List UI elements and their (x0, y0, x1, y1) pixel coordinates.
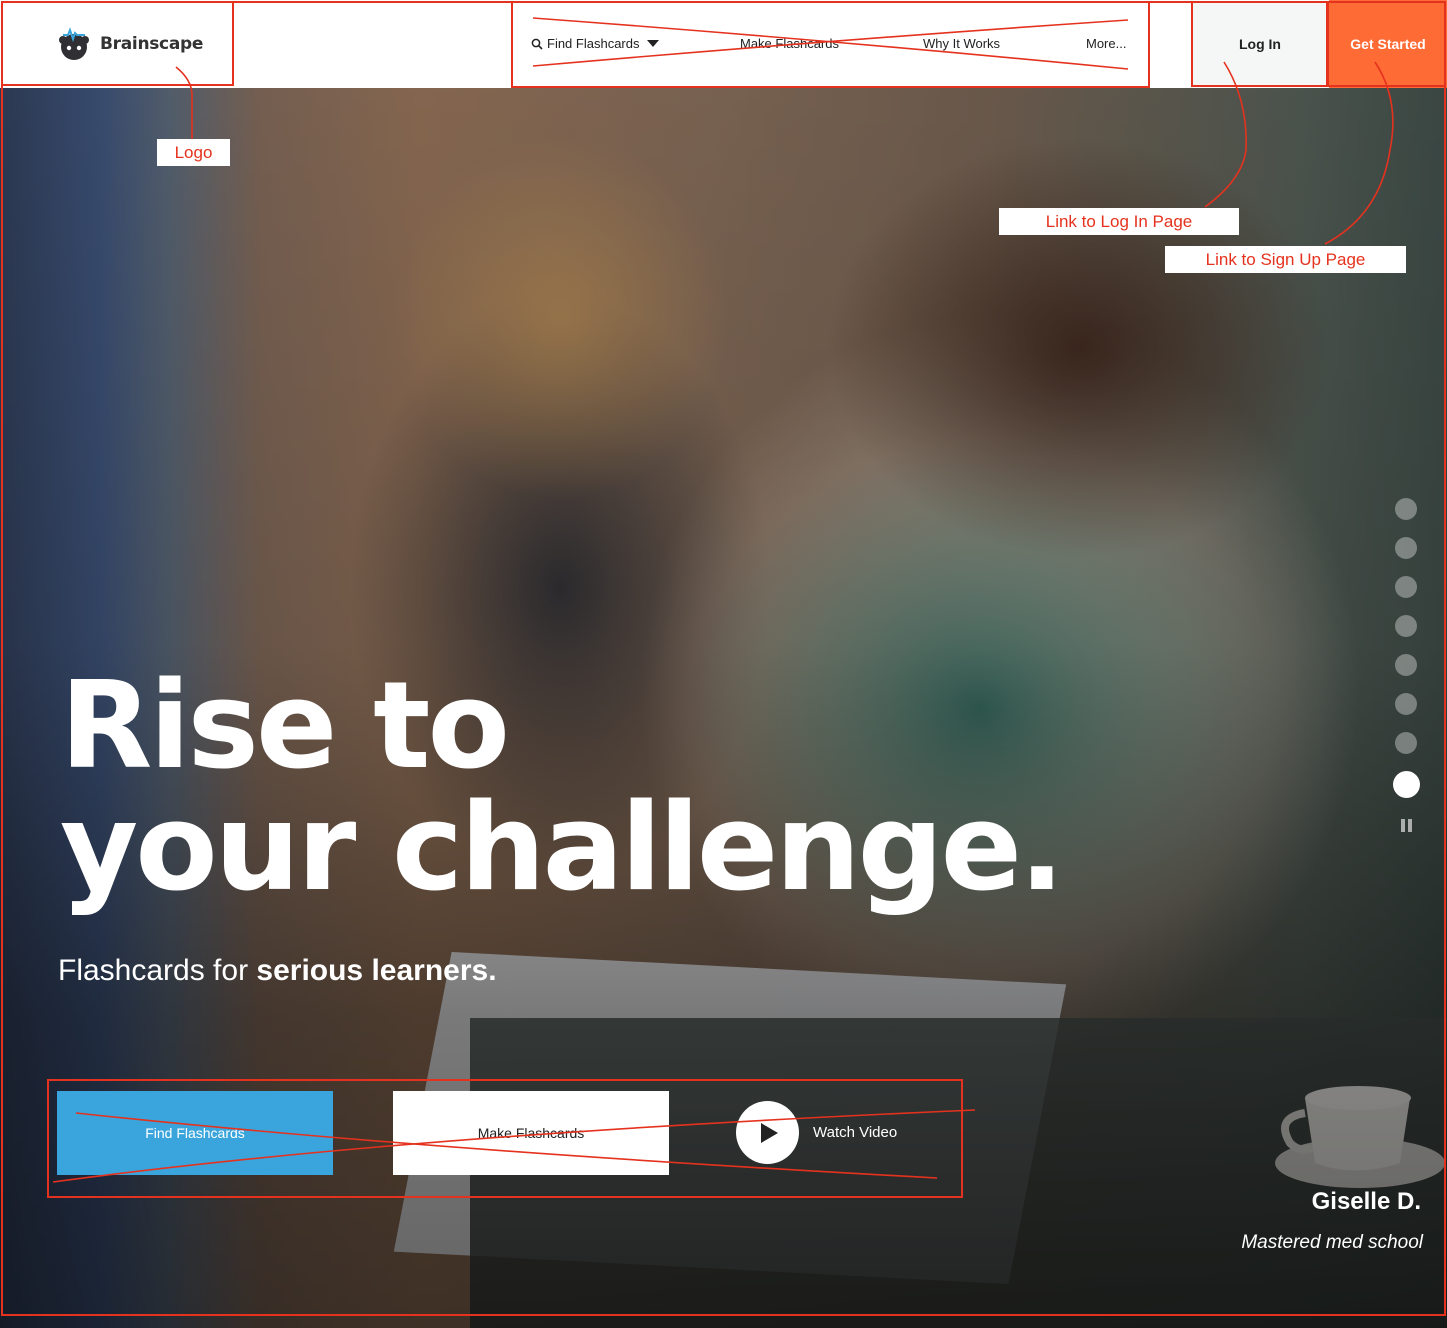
subline-bold: serious learners. (256, 954, 497, 987)
slide-pagination (1393, 498, 1420, 815)
pause-icon[interactable] (1401, 819, 1412, 832)
headline-line-1: Rise to (60, 657, 510, 796)
slide-dot[interactable] (1395, 615, 1417, 637)
nav-make-flashcards[interactable]: Make Flashcards (740, 36, 839, 51)
annotation-login-label: Link to Log In Page (999, 208, 1239, 235)
logo-text: Brainscape (100, 34, 204, 54)
headline-line-2: your challenge. (60, 779, 1065, 918)
nav-find-label: Find Flashcards (547, 36, 640, 51)
slide-dot[interactable] (1395, 498, 1417, 520)
subline-plain: Flashcards for (58, 954, 257, 987)
watch-video-label: Watch Video (813, 1124, 898, 1141)
slide-dot[interactable] (1395, 693, 1417, 715)
hero-section: Rise to your challenge. Flashcards for s… (0, 88, 1447, 1328)
slide-dot[interactable] (1395, 537, 1417, 559)
persona-name: Giselle D. (1311, 1188, 1421, 1215)
slide-dot[interactable] (1395, 732, 1417, 754)
get-started-button[interactable]: Get Started (1329, 0, 1447, 88)
log-in-button[interactable]: Log In (1193, 2, 1327, 86)
nav-why-it-works[interactable]: Why It Works (923, 36, 1000, 51)
hero-subline: Flashcards for serious learners. (58, 954, 497, 988)
persona-description: Mastered med school (1241, 1232, 1423, 1253)
dropdown-caret-icon (647, 40, 660, 47)
watch-video-button[interactable]: Watch Video (736, 1101, 897, 1164)
play-icon (736, 1101, 799, 1164)
slide-dot[interactable] (1393, 771, 1420, 798)
cta-make-flashcards-button[interactable]: Make Flashcards (393, 1091, 669, 1175)
hero-headline: Rise to your challenge. (60, 657, 1065, 918)
annotation-signup-label: Link to Sign Up Page (1165, 246, 1406, 273)
site-header: Brainscape Find Flashcards Make Flashcar… (0, 0, 1447, 88)
cta-find-flashcards-button[interactable]: Find Flashcards (57, 1091, 333, 1175)
annotation-logo-label: Logo (157, 139, 230, 166)
brainscape-logo[interactable]: Brainscape (56, 24, 203, 64)
slide-dot[interactable] (1395, 576, 1417, 598)
search-icon (531, 38, 543, 50)
slide-dot[interactable] (1395, 654, 1417, 676)
main-nav: Find Flashcards Make Flashcards Why It W… (513, 2, 1148, 86)
nav-find-flashcards[interactable]: Find Flashcards (531, 36, 660, 51)
brain-mascot-icon (59, 27, 89, 60)
nav-more[interactable]: More... (1086, 36, 1126, 51)
